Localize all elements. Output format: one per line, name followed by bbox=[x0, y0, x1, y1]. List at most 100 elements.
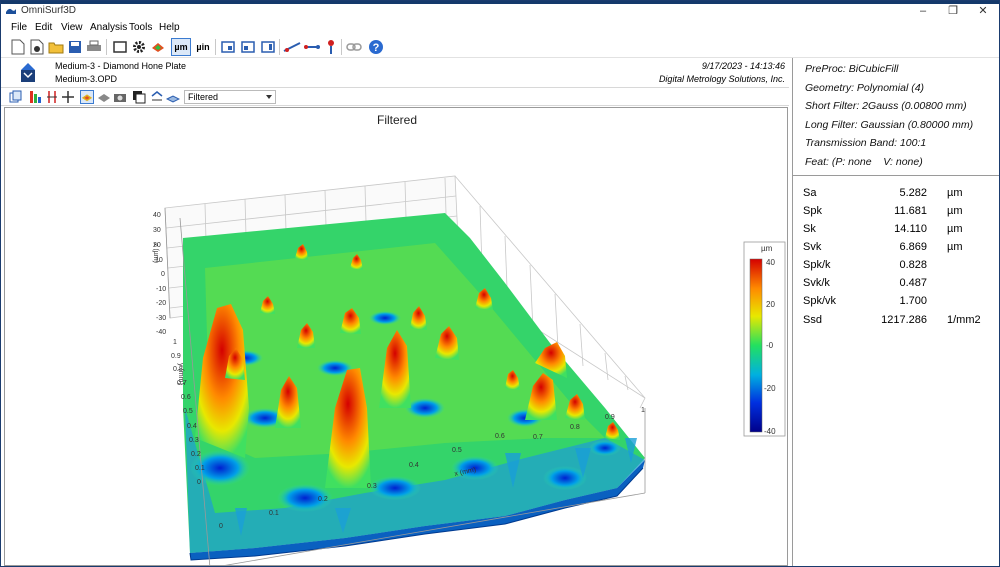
parameter-unit: µm bbox=[947, 223, 963, 235]
new-settings-icon[interactable] bbox=[28, 38, 46, 56]
surface-3d-plot[interactable]: 40 30 20 10 0 -10 -20 -30 -40 z (µm) 1 0… bbox=[5, 108, 787, 565]
geometry-setting: Geometry: Polynomial (4) bbox=[805, 81, 925, 94]
menu-file[interactable]: File bbox=[11, 22, 27, 33]
rotate-view-icon[interactable] bbox=[150, 90, 164, 104]
toolbar-separator bbox=[279, 39, 280, 55]
crop-icon[interactable] bbox=[111, 38, 129, 56]
toolbar-separator bbox=[106, 39, 107, 55]
height-scale-icon[interactable] bbox=[45, 90, 59, 104]
x-tick: 0.1 bbox=[269, 510, 279, 517]
parameter-name: Spk/k bbox=[803, 259, 831, 271]
y-axis-label: y (mm) bbox=[177, 363, 184, 385]
colorbar-label: 20 bbox=[766, 300, 775, 309]
parameter-name: Svk bbox=[803, 241, 822, 253]
y-tick: 0.4 bbox=[187, 423, 197, 430]
menu-analysis[interactable]: Analysis bbox=[90, 22, 127, 33]
colorbar: µm 40 20 -0 -20 -40 bbox=[743, 241, 786, 437]
z-tick: -30 bbox=[156, 315, 166, 322]
y-tick: 0.3 bbox=[189, 437, 199, 444]
window-split-icon[interactable] bbox=[259, 38, 277, 56]
parameter-value: 5.282 bbox=[899, 187, 927, 199]
copy-icon[interactable] bbox=[9, 90, 23, 104]
main-toolbar: µm µin ? bbox=[1, 36, 999, 58]
z-tick: 0 bbox=[161, 271, 165, 278]
company-name: Digital Metrology Solutions, Inc. bbox=[658, 74, 785, 84]
parameter-unit: µm bbox=[947, 241, 963, 253]
svg-text:?: ? bbox=[373, 42, 380, 54]
invert-view-icon[interactable] bbox=[132, 90, 146, 104]
plot-toolbar: Filtered bbox=[1, 87, 789, 106]
sample-name: Medium-3 - Diamond Hone Plate bbox=[55, 61, 187, 71]
y-tick: 0.5 bbox=[183, 408, 193, 415]
unit-uin-button[interactable]: µin bbox=[193, 38, 213, 56]
y-tick: 1 bbox=[173, 339, 177, 346]
chevron-down-icon bbox=[266, 95, 272, 99]
parameter-name: Ssd bbox=[803, 314, 822, 326]
app-icon bbox=[6, 8, 16, 14]
menu-bar: File Edit View Analysis Tools Help bbox=[1, 21, 999, 36]
open-folder-icon[interactable] bbox=[47, 38, 65, 56]
parameter-row: Svk 6.869 µm bbox=[793, 241, 999, 257]
color-palette-icon[interactable] bbox=[28, 90, 42, 104]
y-tick: 0.1 bbox=[195, 465, 205, 472]
x-tick: 0.8 bbox=[570, 424, 580, 431]
colorbar-label: -40 bbox=[764, 427, 776, 436]
print-icon[interactable] bbox=[85, 38, 103, 56]
profile-tool-icon[interactable] bbox=[283, 38, 301, 56]
flat-view-icon[interactable] bbox=[166, 90, 180, 104]
x-tick: 0.9 bbox=[605, 414, 615, 421]
help-icon[interactable]: ? bbox=[367, 38, 385, 56]
colorbar-label: -20 bbox=[764, 384, 776, 393]
toolbar-separator bbox=[341, 39, 342, 55]
window-view-icon[interactable] bbox=[219, 38, 237, 56]
minimize-button[interactable]: – bbox=[910, 4, 936, 20]
unit-um-button[interactable]: µm bbox=[171, 38, 191, 56]
y-tick: 0.2 bbox=[191, 451, 201, 458]
link-icon[interactable] bbox=[345, 38, 363, 56]
parameter-unit: µm bbox=[947, 205, 963, 217]
filter-settings: PreProc: BiCubicFill Geometry: Polynomia… bbox=[793, 58, 999, 176]
long-filter-setting: Long Filter: Gaussian (0.80000 mm) bbox=[805, 118, 974, 131]
menu-tools[interactable]: Tools bbox=[129, 22, 152, 33]
shaded-surface-icon[interactable] bbox=[97, 90, 111, 104]
point-probe-icon[interactable] bbox=[322, 38, 340, 56]
window-layout-icon[interactable] bbox=[239, 38, 257, 56]
menu-edit[interactable]: Edit bbox=[35, 22, 52, 33]
results-panel: PreProc: BiCubicFill Geometry: Polynomia… bbox=[792, 58, 999, 566]
parameter-value: 6.869 bbox=[899, 241, 927, 253]
parameter-row: Spk/k 0.828 bbox=[793, 259, 999, 275]
camera-icon[interactable] bbox=[113, 90, 127, 104]
colorbar-label: 40 bbox=[766, 258, 775, 267]
new-file-icon[interactable] bbox=[9, 38, 27, 56]
menu-view[interactable]: View bbox=[61, 22, 83, 33]
measurement-datetime: 9/17/2023 - 14:13:46 bbox=[701, 61, 785, 71]
file-name: Medium-3.OPD bbox=[55, 74, 118, 84]
close-button[interactable]: ✕ bbox=[970, 4, 996, 20]
unit-um-label: µm bbox=[174, 42, 188, 52]
menu-help[interactable]: Help bbox=[159, 22, 180, 33]
x-tick: 0.2 bbox=[318, 496, 328, 503]
crosshair-icon[interactable] bbox=[61, 90, 75, 104]
view-mode-select[interactable]: Filtered bbox=[184, 90, 276, 104]
z-tick: 30 bbox=[153, 227, 161, 234]
title-bar: OmniSurf3D – ❐ ✕ bbox=[1, 1, 999, 21]
parameter-row: Spk/vk 1.700 bbox=[793, 295, 999, 311]
line-tool-icon[interactable] bbox=[303, 38, 321, 56]
y-tick: 0 bbox=[197, 479, 201, 486]
x-tick: 0.6 bbox=[495, 433, 505, 440]
maximize-button[interactable]: ❐ bbox=[940, 4, 966, 20]
surface-color-icon[interactable] bbox=[149, 38, 167, 56]
x-tick: 1 bbox=[641, 407, 645, 414]
settings-gear-icon[interactable] bbox=[130, 38, 148, 56]
parameter-row: Ssd 1217.286 1/mm2 bbox=[793, 314, 999, 330]
short-filter-setting: Short Filter: 2Gauss (0.00800 mm) bbox=[805, 100, 967, 112]
parameter-name: Sk bbox=[803, 223, 816, 235]
parameter-value: 14.110 bbox=[894, 223, 927, 235]
save-icon[interactable] bbox=[66, 38, 84, 56]
x-tick: 0.5 bbox=[452, 447, 462, 454]
dms-logo-icon bbox=[21, 63, 35, 82]
parameter-name: Svk/k bbox=[803, 277, 830, 289]
3d-surface-view-icon[interactable] bbox=[80, 90, 94, 104]
parameter-name: Sa bbox=[803, 187, 817, 199]
y-tick: 0.6 bbox=[181, 394, 191, 401]
